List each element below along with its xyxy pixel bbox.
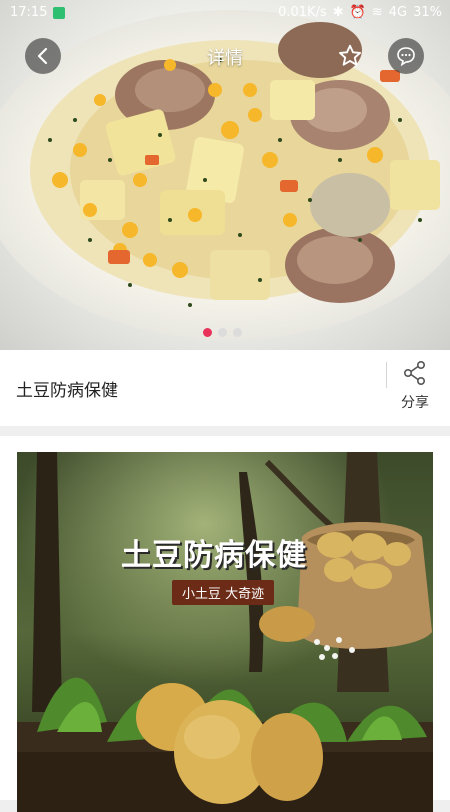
recipe-info-bar: 土豆防病保健 分享 (0, 350, 450, 426)
message-button[interactable] (388, 38, 424, 74)
carousel-indicator (203, 328, 242, 337)
poster-image[interactable]: 土豆防病保健 小土豆 大奇迹 (17, 452, 433, 812)
poster-subtitle: 小土豆 大奇迹 (172, 580, 275, 605)
share-label: 分享 (401, 395, 429, 411)
back-button[interactable] (25, 38, 61, 74)
bluetooth-icon: ✱ (332, 5, 344, 20)
alarm-icon: ⏰ (349, 5, 366, 20)
status-time: 17:15 (10, 5, 48, 20)
status-bar: 17:15 0.01K/s ✱ ⏰ ≋ 4G 31% (0, 0, 450, 26)
carousel-dot-3[interactable] (233, 328, 242, 337)
poster-title: 土豆防病保健 (121, 538, 307, 573)
network-speed: 0.01K/s (278, 5, 327, 20)
recipe-name: 土豆防病保健 (16, 381, 118, 401)
carousel-dot-1[interactable] (203, 328, 212, 337)
content-area: 土豆防病保健 小土豆 大奇迹 (0, 436, 450, 812)
chat-bubble-icon (397, 47, 415, 66)
shield-icon (53, 6, 66, 19)
chevron-left-icon (37, 47, 48, 65)
wifi-icon: ≋ (371, 5, 383, 20)
forest-background (17, 452, 433, 812)
hero-image[interactable]: 17:15 0.01K/s ✱ ⏰ ≋ 4G 31% 详情 (0, 0, 450, 350)
food-photo (30, 22, 440, 307)
carousel-dot-2[interactable] (218, 328, 227, 337)
favorite-star-icon[interactable] (337, 43, 363, 69)
divider (386, 362, 387, 388)
share-icon (403, 360, 426, 385)
battery-level: 31% (413, 5, 442, 20)
share-button[interactable]: 分享 (392, 360, 438, 412)
signal-type: 4G (388, 5, 408, 20)
